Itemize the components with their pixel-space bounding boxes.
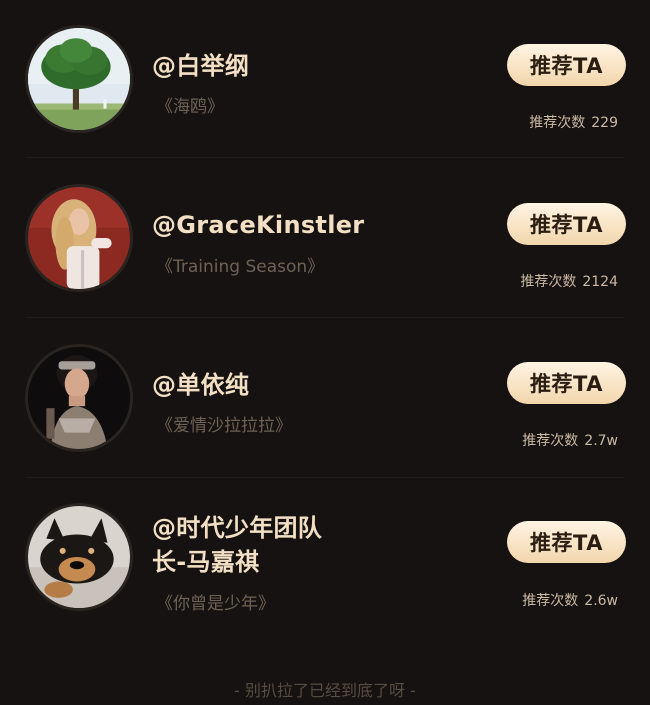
song-title: 《爱情沙拉拉拉》 (156, 416, 292, 436)
recommend-count-label: 推荐次数 (522, 433, 579, 449)
artist-name[interactable]: @时代少年团队 长-马嘉祺 (152, 511, 322, 579)
shiba-dog-avatar[interactable] (25, 503, 133, 611)
list-item[interactable]: @GraceKinstler 《Training Season》 推荐TA 推荐… (0, 159, 650, 318)
list-item[interactable]: @时代少年团队 长-马嘉祺 《你曾是少年》 推荐TA 推荐次数 2.6w (0, 478, 650, 637)
artist-name-line2: 长-马嘉祺 (152, 548, 260, 576)
recommend-count-label: 推荐次数 (529, 115, 586, 131)
woman-blonde-hair-avatar[interactable] (25, 184, 133, 292)
song-title: 《海鸥》 (156, 97, 224, 117)
list-item[interactable]: @单依纯 《爱情沙拉拉拉》 推荐TA 推荐次数 2.7w (0, 319, 650, 478)
recommend-button[interactable]: 推荐TA (507, 203, 626, 245)
artist-name[interactable]: @单依纯 (152, 368, 249, 402)
recommend-count: 推荐次数 2.6w (522, 590, 618, 610)
end-of-list-footer: - 别扒拉了已经到底了呀 - (234, 681, 416, 700)
recommend-count: 推荐次数 2.7w (522, 430, 618, 450)
artist-name-line1: @时代少年团队 (152, 514, 323, 542)
row-divider (26, 317, 624, 318)
recommend-count-value: 2.7w (584, 433, 618, 449)
recommend-count: 推荐次数 229 (529, 112, 618, 132)
recommend-count-value: 229 (591, 115, 618, 131)
recommend-count-value: 2.6w (584, 593, 618, 609)
song-title: 《Training Season》 (156, 257, 325, 277)
row-divider (26, 157, 624, 158)
song-title: 《你曾是少年》 (156, 594, 275, 614)
recommend-count-value: 2124 (582, 274, 618, 290)
recommend-count-label: 推荐次数 (522, 593, 579, 609)
woman-dark-portrait-avatar[interactable] (25, 344, 133, 452)
artist-name[interactable]: @GraceKinstler (152, 208, 364, 242)
recommend-button[interactable]: 推荐TA (507, 521, 626, 563)
recommend-count-label: 推荐次数 (520, 274, 577, 290)
recommend-button[interactable]: 推荐TA (507, 362, 626, 404)
artist-name[interactable]: @白举纲 (152, 49, 249, 83)
recommend-button[interactable]: 推荐TA (507, 44, 626, 86)
tree-in-field-avatar[interactable] (25, 25, 133, 133)
list-item[interactable]: @白举纲 《海鸥》 推荐TA 推荐次数 229 (0, 0, 650, 159)
recommend-count: 推荐次数 2124 (520, 271, 618, 291)
